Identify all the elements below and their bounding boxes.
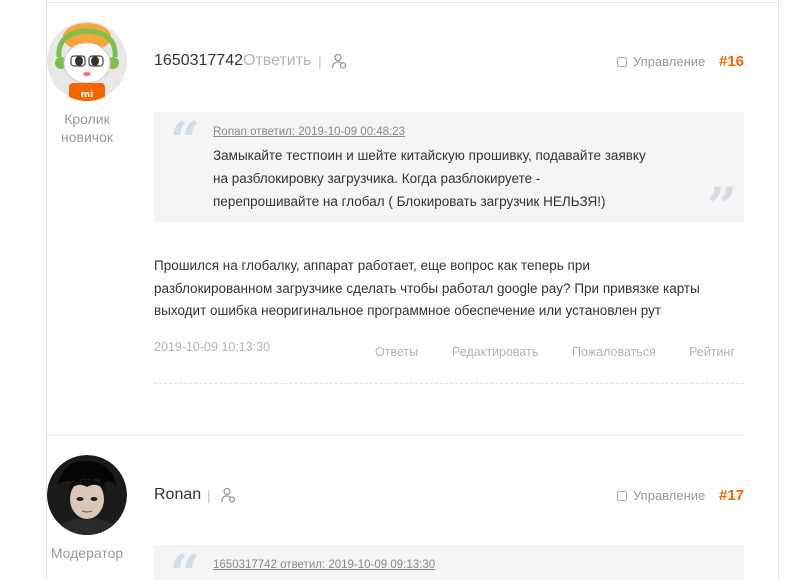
person-icon[interactable] <box>331 53 347 69</box>
person-icon[interactable] <box>220 487 236 503</box>
body-line: выходит ошибка неоригинальное программно… <box>154 303 662 318</box>
post-number[interactable]: #17 <box>719 487 744 504</box>
manage-label: Управление <box>633 54 706 69</box>
edit-link[interactable]: Редактировать <box>452 345 538 359</box>
post-number[interactable]: #16 <box>719 53 744 70</box>
avatar[interactable]: mi <box>47 21 127 101</box>
quote-close-icon: ” <box>707 177 737 238</box>
quote-mark-icon: “ <box>170 544 200 580</box>
quote-line: на разблокировку загрузчика. Когда разбл… <box>213 171 541 186</box>
manage-label: Управление <box>633 488 706 503</box>
report-link[interactable]: Пожаловаться <box>572 345 656 359</box>
manage-control[interactable]: Управление <box>617 54 705 69</box>
username[interactable]: 1650317742 <box>154 52 243 70</box>
quote-line: перепрошивайте на глобал ( Блокировать з… <box>213 194 606 209</box>
body-line: Прошился на глобалку, аппарат работает, … <box>154 258 590 273</box>
post-body: Прошился на глобалку, аппарат работает, … <box>154 255 754 323</box>
quote-line: Замыкайте тестпоин и шейте китайскую про… <box>213 148 646 163</box>
checkbox-icon[interactable] <box>617 490 627 501</box>
user-rank: Кролик новичок <box>61 111 113 145</box>
separator: | <box>318 53 322 69</box>
quote-block: “ 1650317742 ответил: 2019-10-09 09:13:3… <box>154 545 744 580</box>
avatar[interactable] <box>47 455 127 535</box>
manage-control[interactable]: Управление <box>617 488 705 503</box>
avatar-mi-bunny-image: mi <box>47 21 127 101</box>
post-divider <box>46 435 744 436</box>
post-footer-divider <box>154 383 744 384</box>
rating-link[interactable]: Рейтинг <box>689 345 735 359</box>
svg-text:mi: mi <box>81 90 93 100</box>
quote-text: Замыкайте тестпоин и шейте китайскую про… <box>213 144 713 213</box>
quote-mark-icon: “ <box>170 111 200 172</box>
answers-link[interactable]: Ответы <box>375 345 418 359</box>
quote-header[interactable]: Ronan ответил: 2019-10-09 00:48:23 <box>213 126 405 138</box>
avatar-dark-character-image <box>47 455 127 535</box>
username[interactable]: Ronan <box>154 486 201 504</box>
top-divider <box>46 2 778 3</box>
separator: | <box>207 487 211 503</box>
post-timestamp: 2019-10-09 10:13:30 <box>154 340 271 354</box>
right-border <box>778 0 779 580</box>
body-line: разблокированном загрузчике сделать чтоб… <box>154 280 700 296</box>
reply-button[interactable]: Ответить <box>243 52 311 70</box>
checkbox-icon[interactable] <box>617 56 627 67</box>
quote-block: “ Ronan ответил: 2019-10-09 00:48:23 Зам… <box>154 111 744 234</box>
quote-header[interactable]: 1650317742 ответил: 2019-10-09 09:13:30 <box>213 559 435 571</box>
user-rank: Модератор <box>50 545 124 561</box>
